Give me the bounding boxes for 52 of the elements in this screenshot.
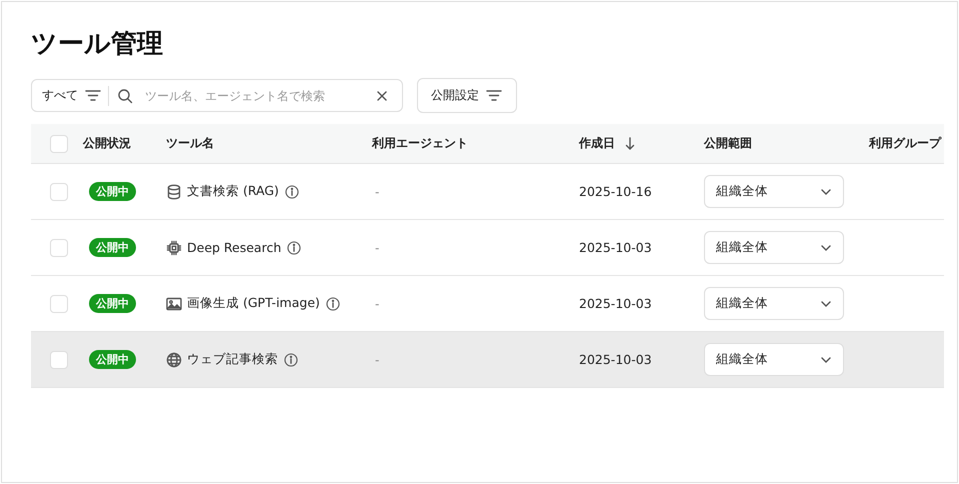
- tool-name: ウェブ記事検索: [187, 351, 278, 368]
- table-cell: 2025-10-03: [579, 240, 652, 255]
- clear-icon: [376, 90, 388, 102]
- column-header[interactable]: 作成日: [579, 135, 615, 152]
- scope-dropdown[interactable]: 組織全体: [704, 231, 844, 264]
- search-icon: [117, 88, 133, 104]
- table-row[interactable]: 公開中 ウェブ記事検索 - 2025-10-03 組織全体: [31, 332, 944, 388]
- filter-button[interactable]: すべて: [42, 87, 102, 104]
- globe-icon: [166, 352, 182, 368]
- info-icon: [287, 240, 302, 254]
- table-row[interactable]: 公開中 文書検索 (RAG) - 2025-10-16 組織全体: [31, 164, 944, 220]
- info-icon: [284, 184, 299, 198]
- table-cell: -: [375, 184, 380, 198]
- status-badge: 公開中: [89, 238, 136, 257]
- column-header: 公開範囲: [704, 135, 752, 152]
- publish-settings-button[interactable]: 公開設定: [417, 78, 517, 113]
- row-checkbox[interactable]: [50, 182, 68, 200]
- chevron-down-icon: [821, 356, 831, 362]
- select-all-checkbox[interactable]: [50, 134, 68, 152]
- status-badge: 公開中: [89, 182, 136, 201]
- page-title: ツール管理: [31, 28, 164, 61]
- column-header: ツール名: [166, 135, 214, 152]
- table-cell: -: [375, 296, 380, 310]
- database-icon: [166, 184, 182, 200]
- chevron-down-icon: [821, 188, 831, 194]
- table-row[interactable]: 公開中 Deep Research - 2025-10-03 組織全体: [31, 220, 944, 276]
- table-cell: 2025-10-03: [579, 352, 652, 367]
- row-checkbox[interactable]: [50, 238, 68, 256]
- table-cell: -: [375, 240, 380, 254]
- status-badge: 公開中: [89, 350, 136, 369]
- column-header: 利用エージェント: [372, 135, 468, 152]
- column-header: 公開状況: [83, 135, 131, 152]
- row-checkbox[interactable]: [50, 350, 68, 368]
- scope-dropdown[interactable]: 組織全体: [704, 343, 844, 376]
- table-cell: 2025-10-03: [579, 296, 652, 311]
- tool-name: 画像生成 (GPT-image): [187, 295, 320, 312]
- info-icon: [326, 296, 340, 310]
- column-header: 利用グループ: [869, 135, 941, 152]
- scope-dropdown[interactable]: 組織全体: [704, 175, 844, 208]
- table-cell: 2025-10-16: [579, 184, 652, 199]
- chip-icon: [166, 240, 182, 256]
- status-badge: 公開中: [89, 294, 136, 313]
- search-bar[interactable]: すべて ツール名、エージェント名で検索: [31, 79, 403, 112]
- tool-name: Deep Research: [187, 240, 282, 255]
- row-checkbox[interactable]: [50, 294, 68, 312]
- chevron-down-icon: [821, 300, 831, 306]
- image-icon: [166, 296, 182, 312]
- tool-name: 文書検索 (RAG): [187, 183, 279, 200]
- scope-dropdown[interactable]: 組織全体: [704, 287, 844, 320]
- info-icon: [284, 352, 298, 366]
- chevron-down-icon: [821, 244, 831, 250]
- table-cell: -: [375, 352, 380, 366]
